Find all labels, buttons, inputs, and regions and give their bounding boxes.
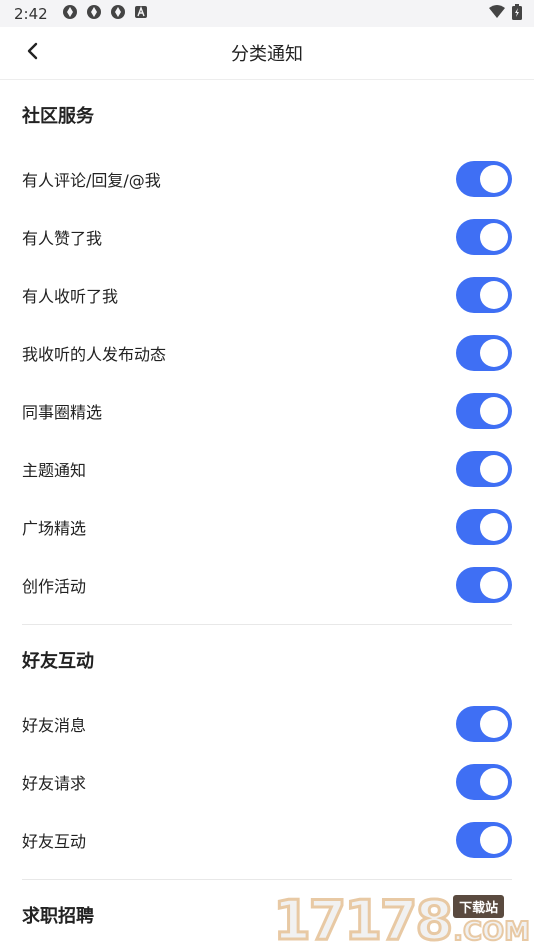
toggle-switch[interactable]	[456, 567, 512, 603]
setting-label: 同事圈精选	[22, 403, 103, 422]
toggle-switch[interactable]	[456, 219, 512, 255]
setting-row: 好友请求	[22, 753, 512, 811]
toggle-switch[interactable]	[456, 509, 512, 545]
setting-row: 广场精选	[22, 498, 512, 556]
toggle-knob	[480, 165, 508, 193]
setting-row: 我收听的人发布动态	[22, 324, 512, 382]
setting-label: 广场精选	[22, 519, 87, 538]
section-community-service: 社区服务 有人评论/回复/@我 有人赞了我 有人收听了我 我收听的人发布动态 同…	[0, 80, 534, 614]
toggle-switch[interactable]	[456, 393, 512, 429]
toggle-knob	[480, 223, 508, 251]
toggle-knob	[480, 710, 508, 738]
toggle-switch[interactable]	[456, 161, 512, 197]
setting-label: 好友互动	[22, 832, 87, 851]
status-time: 2:42	[14, 4, 48, 23]
toggle-switch[interactable]	[456, 764, 512, 800]
site-watermark: 17178 下载站 .COM	[272, 888, 531, 950]
setting-label: 好友消息	[22, 716, 87, 735]
setting-row: 创作活动	[22, 556, 512, 614]
setting-label: 好友请求	[22, 774, 87, 793]
toggle-knob	[480, 571, 508, 599]
setting-label: 我收听的人发布动态	[22, 345, 167, 364]
toggle-knob	[480, 826, 508, 854]
setting-label: 有人收听了我	[22, 287, 119, 306]
watermark-tag: 下载站	[453, 895, 505, 918]
watermark-domain: .COM	[452, 917, 531, 947]
setting-row: 同事圈精选	[22, 382, 512, 440]
watermark-number: 17178	[272, 889, 455, 950]
settings-list: 社区服务 有人评论/回复/@我 有人赞了我 有人收听了我 我收听的人发布动态 同…	[0, 80, 534, 950]
setting-label: 有人赞了我	[22, 229, 103, 248]
section-title: 社区服务	[22, 106, 94, 127]
app-notification-icon	[110, 4, 126, 24]
toggle-knob	[480, 339, 508, 367]
toggle-switch[interactable]	[456, 335, 512, 371]
section-friend-interaction: 好友互动 好友消息 好友请求 好友互动	[0, 625, 534, 869]
toggle-knob	[480, 768, 508, 796]
setting-row: 好友互动	[22, 811, 512, 869]
toggle-knob	[480, 397, 508, 425]
toggle-knob	[480, 281, 508, 309]
setting-label: 有人评论/回复/@我	[22, 171, 161, 190]
setting-row: 好友消息	[22, 695, 512, 753]
setting-row: 有人赞了我	[22, 208, 512, 266]
back-button[interactable]	[18, 38, 48, 68]
wifi-icon	[488, 4, 506, 23]
setting-row: 有人评论/回复/@我	[22, 150, 512, 208]
setting-row: 有人收听了我	[22, 266, 512, 324]
toggle-switch[interactable]	[456, 277, 512, 313]
text-notification-icon	[134, 4, 148, 23]
toggle-knob	[480, 455, 508, 483]
toggle-switch[interactable]	[456, 706, 512, 742]
app-notification-icon	[86, 4, 102, 24]
setting-label: 创作活动	[22, 577, 87, 596]
section-title: 好友互动	[22, 651, 94, 672]
app-header: 分类通知	[0, 27, 534, 80]
toggle-switch[interactable]	[456, 822, 512, 858]
app-notification-icon	[62, 4, 78, 24]
page-title: 分类通知	[231, 44, 303, 65]
chevron-left-icon	[26, 42, 40, 64]
setting-label: 主题通知	[22, 461, 87, 480]
status-bar: 2:42	[0, 0, 534, 27]
setting-row: 主题通知	[22, 440, 512, 498]
battery-icon	[512, 3, 522, 24]
toggle-knob	[480, 513, 508, 541]
toggle-switch[interactable]	[456, 451, 512, 487]
